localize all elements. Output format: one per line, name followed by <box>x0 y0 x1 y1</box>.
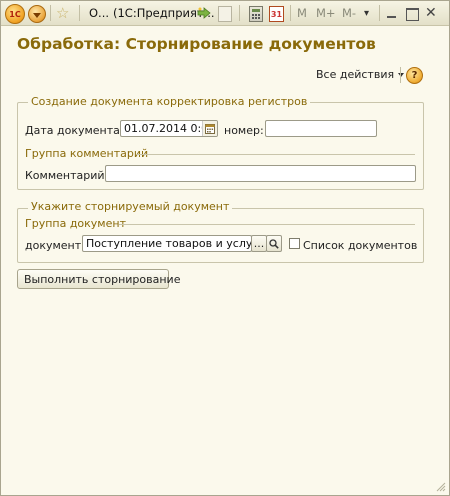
number-label: номер: <box>224 124 264 137</box>
page-title: Обработка: Сторнирование документов <box>17 35 376 53</box>
chevron-down-icon[interactable]: ▾ <box>364 4 369 22</box>
title-bar: 1С ☆ О... (1С:Предприят... 31 M M+ M- ▾ … <box>1 1 449 26</box>
memory-m-button[interactable]: M <box>297 4 307 22</box>
comment-label: Комментарий: <box>25 169 109 182</box>
form-window: 1С ☆ О... (1С:Предприят... 31 M M+ M- ▾ … <box>0 0 450 496</box>
resize-grip-icon[interactable] <box>436 482 446 492</box>
divider <box>119 224 415 225</box>
search-icon[interactable] <box>266 235 282 252</box>
doc-list-checkbox[interactable] <box>289 238 300 249</box>
help-icon[interactable]: ? <box>406 67 423 84</box>
doc-group-label: Группа документ <box>25 217 126 230</box>
toolbar-separator <box>379 5 380 21</box>
group-reverse-legend: Укажите сторнируемый документ <box>28 200 233 213</box>
toolbar-separator <box>290 5 291 21</box>
toolbar-separator <box>239 5 240 21</box>
calendar-picker-icon[interactable] <box>202 121 217 136</box>
date-value: 01.07.2014 0:0 <box>124 122 209 135</box>
window-tab-title: О... <box>89 6 110 20</box>
toolbar-separator <box>50 5 51 21</box>
document-icon[interactable] <box>218 6 232 22</box>
close-icon[interactable]: ✕ <box>425 4 437 22</box>
all-actions-label: Все действия <box>316 68 395 81</box>
memory-plus-button[interactable]: M+ <box>316 4 336 22</box>
minimize-icon[interactable] <box>385 4 397 22</box>
select-document-button[interactable]: ... <box>251 235 267 252</box>
favorite-star-icon[interactable]: ☆ <box>56 4 69 22</box>
doc-list-label: Список документов <box>303 239 418 252</box>
forward-arrow-icon[interactable] <box>197 4 211 22</box>
divider <box>136 154 415 155</box>
memory-minus-button[interactable]: M- <box>342 4 356 22</box>
toolbar-separator <box>79 5 80 21</box>
date-field[interactable]: 01.07.2014 0:0 <box>120 120 218 137</box>
comments-group-label: Группа комментарий <box>25 147 149 160</box>
1c-logo-icon[interactable]: 1С <box>5 4 25 24</box>
group-create-legend: Создание документа корректировка регистр… <box>28 95 311 108</box>
comment-field[interactable] <box>105 165 416 182</box>
maximize-icon[interactable] <box>406 8 419 21</box>
date-label: Дата документа : <box>25 124 128 137</box>
number-field[interactable] <box>265 120 377 137</box>
document-label: документ: <box>25 239 85 252</box>
calculator-icon[interactable] <box>249 6 263 22</box>
document-field[interactable]: Поступление товаров и услуг 00 <box>82 235 252 252</box>
calendar-icon[interactable]: 31 <box>269 6 284 22</box>
all-actions-menu[interactable]: Все действия <box>316 68 405 81</box>
toolbar-separator <box>400 67 401 83</box>
chevron-down-icon <box>398 73 405 77</box>
main-menu-icon[interactable] <box>28 5 46 23</box>
run-reversal-button[interactable]: Выполнить сторнирование <box>17 269 180 289</box>
